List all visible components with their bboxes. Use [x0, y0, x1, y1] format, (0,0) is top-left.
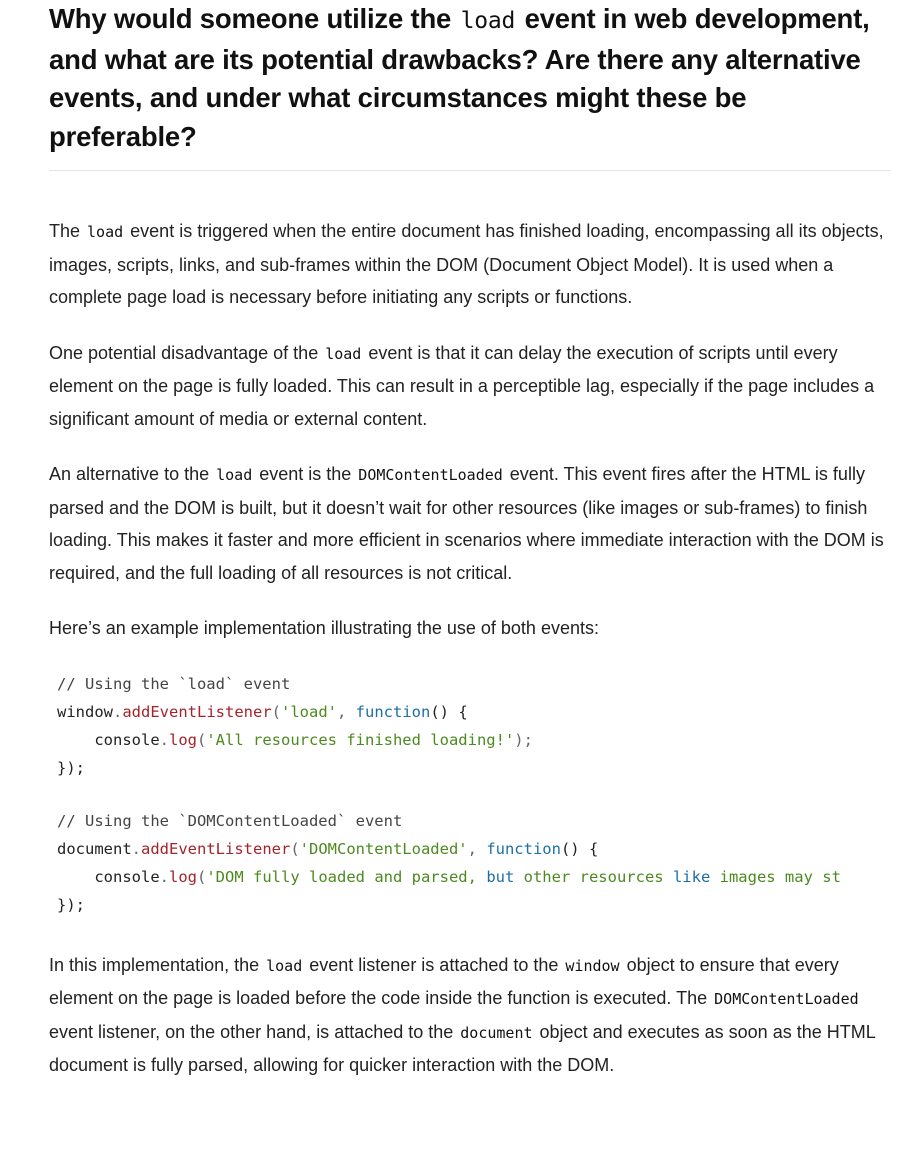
text: event listener is attached to the	[304, 954, 564, 975]
code-token: log	[169, 730, 197, 749]
paragraph-load-drawback: One potential disadvantage of the load e…	[49, 337, 891, 436]
code-token: .	[113, 702, 123, 721]
code-token: addEventListener	[122, 702, 272, 721]
code-token: ,	[467, 839, 487, 858]
text: One potential disadvantage of the	[49, 342, 324, 363]
paragraph-implementation-explanation: In this implementation, the load event l…	[49, 949, 891, 1082]
title-text-part1: Why would someone utilize the	[49, 3, 459, 34]
inline-code: load	[325, 344, 362, 363]
code-token: () {	[560, 839, 599, 858]
text: An alternative to the	[49, 464, 215, 484]
code-token: .	[131, 839, 141, 858]
code-token: console	[94, 730, 160, 749]
document-page: Why would someone utilize the load event…	[0, 0, 919, 1082]
code-token: but	[486, 867, 515, 886]
code-token: (	[197, 867, 207, 886]
code-token: 'DOM fully loaded and parsed,	[206, 867, 487, 886]
code-token: () {	[430, 702, 468, 721]
inline-code: document	[460, 1023, 533, 1042]
code-token: other resources	[514, 867, 673, 886]
text: event is the	[254, 464, 357, 484]
code-token: window	[57, 702, 113, 721]
code-token: );	[514, 730, 533, 749]
code-token: console	[94, 867, 160, 886]
code-token: document	[57, 839, 132, 858]
code-token: });	[57, 758, 85, 777]
code-block-domcontentloaded: // Using the `DOMContentLoaded` event do…	[57, 807, 891, 919]
code-comment: // Using the `DOMContentLoaded` event	[57, 811, 403, 830]
code-token: ,	[337, 702, 356, 721]
code-token: log	[169, 867, 197, 886]
paragraph-alternative: An alternative to the load event is the …	[49, 458, 891, 589]
paragraph-example-intro: Here’s an example implementation illustr…	[49, 612, 891, 645]
title-inline-code: load	[460, 8, 516, 34]
inline-code: DOMContentLoaded	[714, 990, 859, 1008]
code-block-load: // Using the `load` event window.addEven…	[57, 670, 891, 782]
code-token: .	[159, 867, 169, 886]
text: Here’s an example implementation illustr…	[49, 618, 599, 638]
code-token: 'All resources finished loading!'	[206, 730, 515, 749]
inline-code: load	[87, 223, 124, 241]
code-token: .	[159, 730, 169, 749]
code-token: 'DOMContentLoaded'	[299, 839, 468, 858]
text: The	[49, 221, 86, 241]
page-title: Why would someone utilize the load event…	[49, 0, 891, 156]
text: event listener, on the other hand, is at…	[49, 1021, 459, 1042]
code-token: function	[486, 839, 561, 858]
inline-code: DOMContentLoaded	[358, 466, 503, 484]
code-token: images may st	[710, 867, 841, 886]
code-token: addEventListener	[141, 839, 291, 858]
title-divider	[49, 170, 891, 171]
code-token: (	[197, 730, 207, 749]
text: In this implementation, the	[49, 954, 265, 975]
text: event is triggered when the entire docum…	[49, 221, 884, 307]
code-token: like	[672, 867, 711, 886]
code-comment: // Using the `load` event	[57, 674, 291, 693]
code-token: });	[57, 895, 85, 914]
code-token: function	[355, 702, 431, 721]
paragraph-load-intro: The load event is triggered when the ent…	[49, 215, 891, 314]
inline-code: load	[216, 466, 253, 484]
inline-code: window	[565, 956, 620, 975]
inline-code: load	[266, 956, 303, 975]
code-token: (	[271, 702, 281, 721]
code-token: (	[290, 839, 300, 858]
code-token: 'load'	[281, 702, 337, 721]
